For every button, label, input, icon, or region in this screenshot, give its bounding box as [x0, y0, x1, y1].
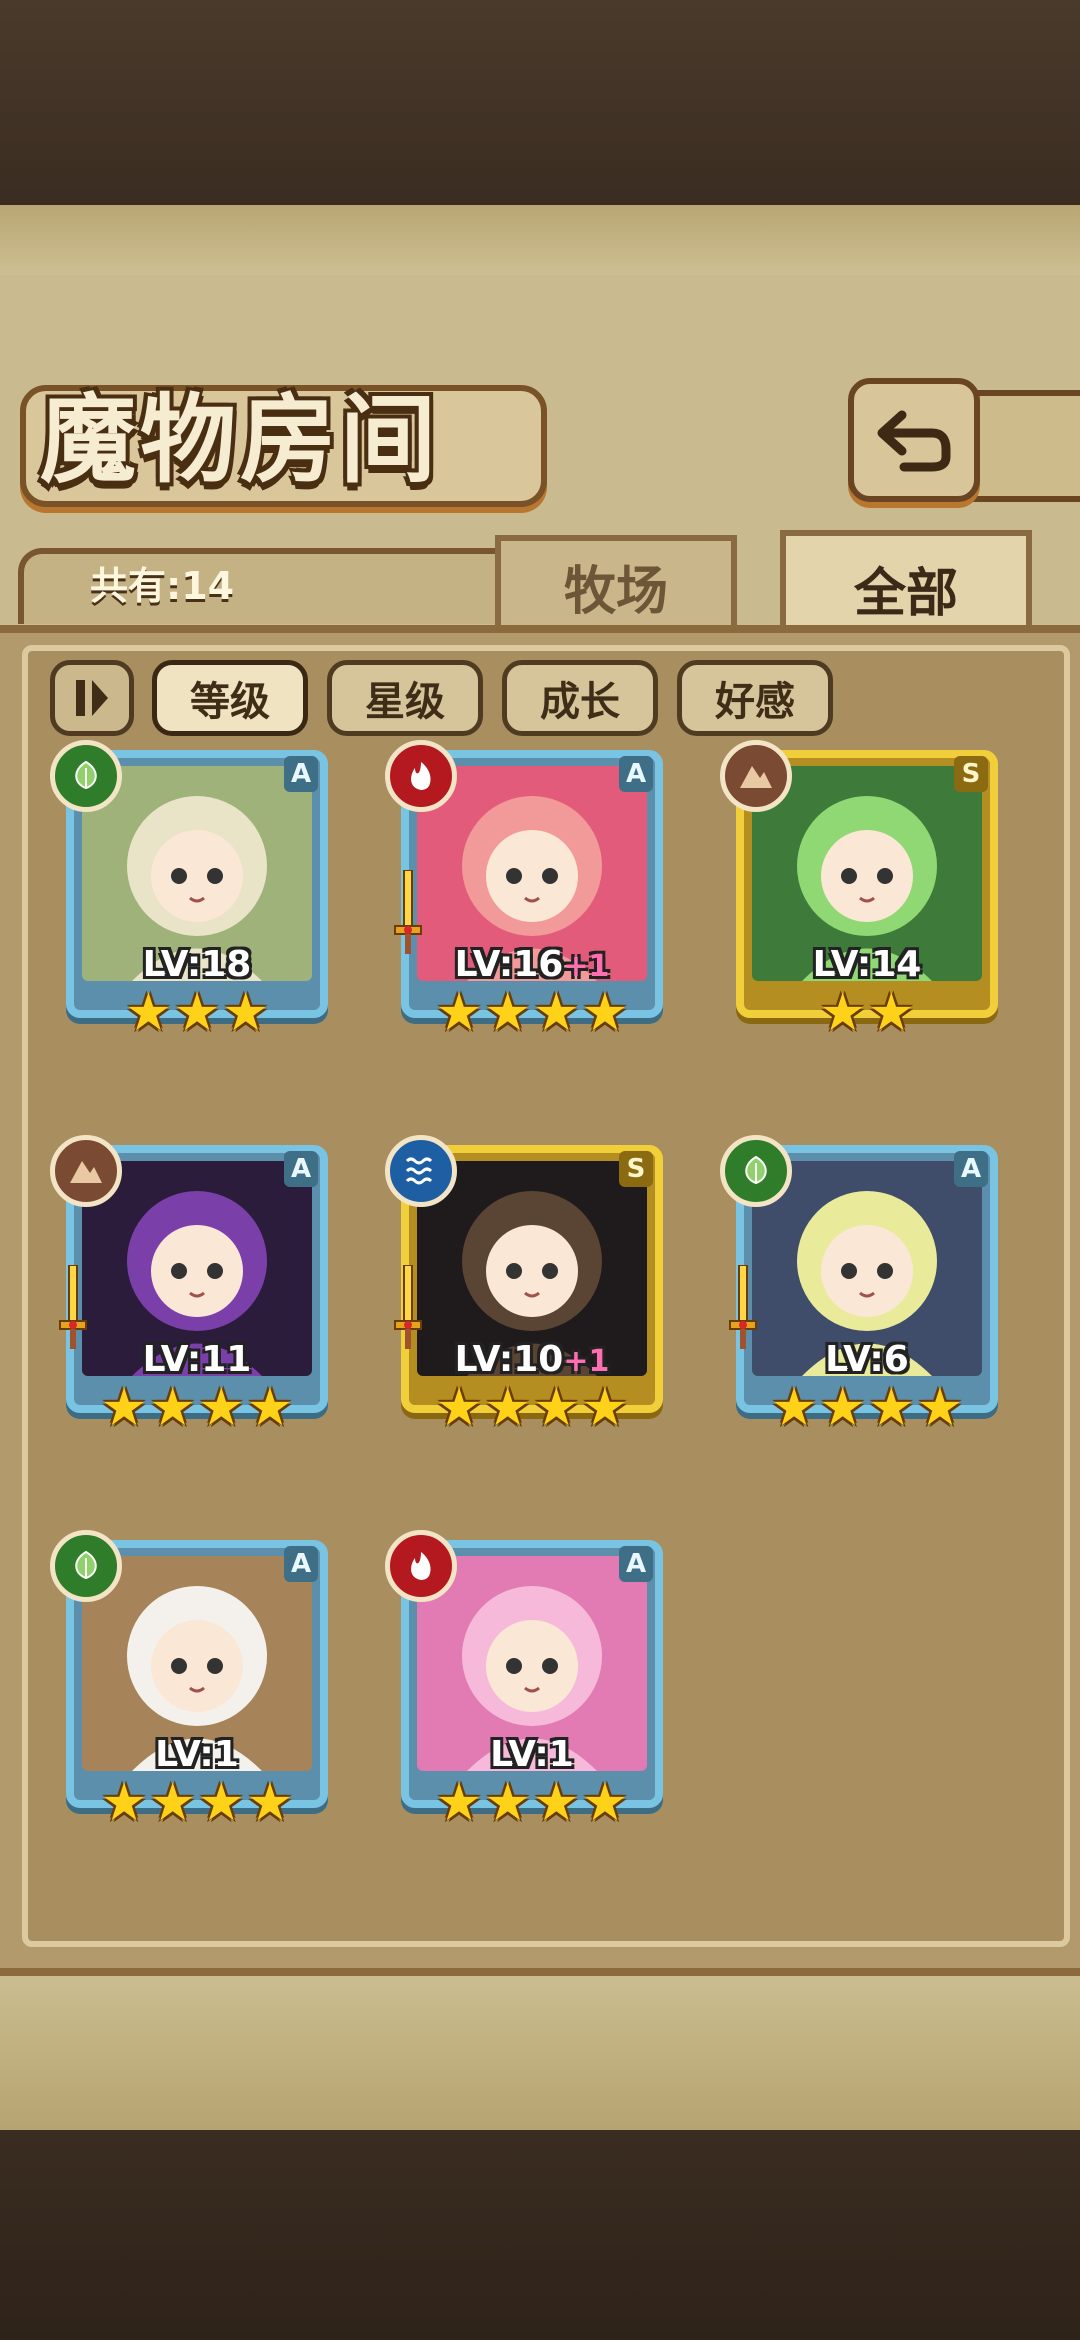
torn-paper-edge-bottom [0, 1960, 1080, 2130]
earth-element-icon [720, 740, 792, 812]
star-icon: ★ [435, 983, 483, 1043]
level-label: LV:1 [415, 1735, 649, 1775]
star-icon: ★ [198, 1378, 245, 1438]
star-icon: ★ [770, 1378, 818, 1438]
monster-count: 共有:14 [90, 564, 235, 608]
star-icon: ★ [246, 1378, 294, 1438]
rank-badge: S [619, 1151, 653, 1187]
earth-element-icon [50, 1135, 122, 1207]
sort-by-star-button[interactable]: 星级 [327, 660, 483, 736]
level-label: LV:16+1 [415, 945, 649, 987]
monster-card[interactable]: S LV:14 ★ ★ [720, 740, 1010, 1041]
rank-badge: A [954, 1151, 988, 1187]
star-icon: ★ [581, 1378, 629, 1438]
rank-badge: A [619, 756, 653, 792]
star-icon: ★ [916, 1378, 964, 1438]
level-label: LV:10+1 [415, 1340, 649, 1382]
level-label: LV:11 [80, 1340, 314, 1380]
star-rating: ★ ★ ★ ★ [425, 1380, 639, 1436]
monster-card[interactable]: S LV:10+1 ★ ★ ★ ★ [385, 1135, 675, 1436]
leaf-element-icon [720, 1135, 792, 1207]
star-icon: ★ [819, 983, 866, 1043]
level-label: LV:6 [750, 1340, 984, 1380]
leaf-element-icon [50, 1530, 122, 1602]
level-value: LV:11 [142, 1339, 252, 1380]
star-icon: ★ [484, 983, 531, 1043]
rank-badge: A [284, 756, 318, 792]
rank-badge: A [284, 1151, 318, 1187]
sort-order-toggle[interactable] [50, 660, 134, 736]
level-value: LV:1 [155, 1734, 239, 1775]
sort-by-level-button[interactable]: 等级 [152, 660, 308, 736]
torn-paper-edge-top [0, 205, 1080, 275]
star-icon: ★ [100, 1773, 148, 1833]
star-icon: ★ [246, 1773, 294, 1833]
back-button-rail [972, 390, 1080, 502]
monster-card[interactable]: A LV:1 ★ ★ ★ ★ [50, 1530, 340, 1831]
level-label: LV:14 [750, 945, 984, 985]
return-arrow-icon [877, 410, 951, 472]
level-value: LV:14 [812, 944, 922, 985]
rank-badge: A [619, 1546, 653, 1582]
rank-badge: S [954, 756, 988, 792]
map-background-bottom [0, 2130, 1080, 2340]
star-icon: ★ [533, 983, 580, 1043]
back-button[interactable] [848, 378, 980, 502]
monster-card[interactable]: A LV:1 ★ ★ ★ ★ [385, 1530, 675, 1831]
star-icon: ★ [100, 1378, 148, 1438]
water-element-icon [385, 1135, 457, 1207]
star-icon: ★ [149, 1773, 196, 1833]
star-icon: ★ [533, 1378, 580, 1438]
star-rating: ★ ★ ★ ★ [425, 985, 639, 1041]
monster-card[interactable]: A LV:18 ★ ★ ★ [50, 740, 340, 1041]
level-value: LV:10 [454, 1339, 564, 1380]
star-rating: ★ ★ ★ [90, 985, 304, 1041]
monster-card[interactable]: A LV:6 ★ ★ ★ ★ [720, 1135, 1010, 1436]
star-rating: ★ ★ ★ ★ [760, 1380, 974, 1436]
star-icon: ★ [533, 1773, 580, 1833]
sort-direction-icon [76, 680, 108, 716]
star-icon: ★ [125, 983, 172, 1043]
page-title: 魔物房间 [40, 383, 440, 496]
star-rating: ★ ★ ★ ★ [425, 1775, 639, 1831]
level-value: LV:16 [454, 944, 564, 985]
star-rating: ★ ★ ★ ★ [90, 1775, 304, 1831]
level-label: LV:18 [80, 945, 314, 985]
level-value: LV:6 [825, 1339, 909, 1380]
level-label: LV:1 [80, 1735, 314, 1775]
star-icon: ★ [435, 1378, 483, 1438]
sort-by-affection-button[interactable]: 好感 [677, 660, 833, 736]
monster-card[interactable]: A LV:16+1 ★ ★ ★ ★ [385, 740, 675, 1041]
star-icon: ★ [173, 983, 221, 1043]
level-value: LV:1 [490, 1734, 574, 1775]
map-background-top [0, 0, 1080, 210]
rank-badge: A [284, 1546, 318, 1582]
star-icon: ★ [435, 1773, 483, 1833]
level-bonus: +1 [563, 949, 610, 984]
star-icon: ★ [581, 1773, 629, 1833]
fire-element-icon [385, 1530, 457, 1602]
star-icon: ★ [149, 1378, 196, 1438]
star-rating: ★ ★ [760, 985, 974, 1041]
leaf-element-icon [50, 740, 122, 812]
level-value: LV:18 [142, 944, 252, 985]
star-icon: ★ [868, 1378, 915, 1438]
star-icon: ★ [484, 1773, 531, 1833]
star-icon: ★ [819, 1378, 866, 1438]
sort-by-growth-button[interactable]: 成长 [502, 660, 658, 736]
star-icon: ★ [581, 983, 629, 1043]
star-icon: ★ [198, 1773, 245, 1833]
star-icon: ★ [868, 983, 915, 1043]
tab-ranch[interactable]: 牧场 [495, 535, 737, 631]
fire-element-icon [385, 740, 457, 812]
level-bonus: +1 [563, 1344, 610, 1379]
star-icon: ★ [484, 1378, 531, 1438]
star-rating: ★ ★ ★ ★ [90, 1380, 304, 1436]
monster-card[interactable]: A LV:11 ★ ★ ★ ★ [50, 1135, 340, 1436]
star-icon: ★ [222, 983, 269, 1043]
